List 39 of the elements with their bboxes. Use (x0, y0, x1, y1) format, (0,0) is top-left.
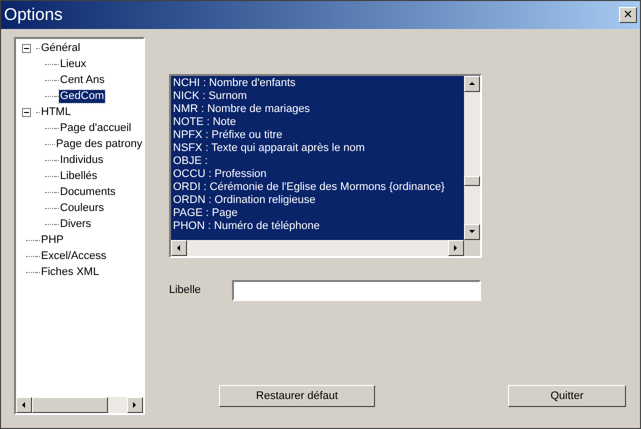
collapse-icon[interactable] (22, 44, 31, 52)
close-button[interactable]: × (619, 7, 637, 23)
scroll-up-button[interactable] (464, 76, 480, 92)
dialog-button[interactable]: Restaurer défaut (219, 385, 375, 407)
scroll-right-button[interactable] (127, 397, 143, 413)
tree-item[interactable]: PHP (40, 234, 65, 246)
tree-item[interactable]: Fiches XML (40, 266, 100, 278)
collapse-icon[interactable] (22, 108, 31, 116)
arrow-icon (20, 401, 28, 409)
tree-item[interactable]: Individus (59, 154, 104, 166)
tree-item[interactable]: Lieux (59, 58, 88, 70)
tree-item[interactable]: Page des patrony (55, 138, 143, 150)
scroll-thumb[interactable] (464, 176, 480, 186)
scrollbar-corner (464, 240, 480, 256)
dialog-button[interactable]: Quitter (508, 385, 626, 407)
scroll-right-button[interactable] (448, 240, 464, 256)
scroll-thumb[interactable] (32, 397, 108, 413)
tree-item[interactable]: GedCom (59, 90, 106, 102)
scroll-left-button[interactable] (16, 397, 32, 413)
libelle-label: Libelle (169, 283, 202, 298)
window-title: Options (4, 5, 63, 25)
scroll-left-button[interactable] (171, 240, 187, 256)
horizontal-scrollbar[interactable] (16, 397, 143, 413)
tree-item[interactable]: Divers (59, 218, 92, 230)
arrow-icon (468, 80, 476, 88)
tree-item[interactable]: Excel/Access (40, 250, 108, 262)
tree-item[interactable]: Documents (59, 186, 117, 198)
tree-item[interactable]: Page d'accueil (59, 122, 132, 134)
tree-item[interactable]: Cent Ans (59, 74, 106, 86)
tree-item[interactable]: HTML (40, 106, 72, 118)
tree-item[interactable]: Général (40, 42, 82, 54)
libelle-field[interactable] (232, 280, 481, 301)
tree-item[interactable]: Libellés (59, 170, 98, 182)
arrow-icon (175, 244, 183, 252)
tree-item[interactable]: Couleurs (59, 202, 106, 214)
arrow-icon (131, 401, 139, 409)
vertical-scrollbar[interactable] (464, 76, 480, 240)
horizontal-scrollbar[interactable] (171, 240, 464, 256)
scroll-down-button[interactable] (464, 224, 480, 240)
